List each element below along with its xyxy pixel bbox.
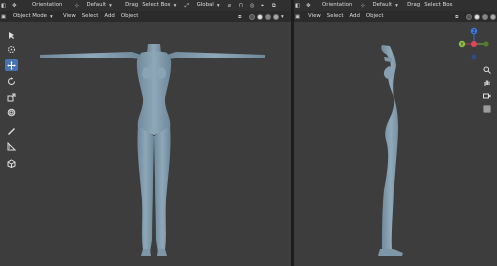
zoom-icon[interactable] [481,64,492,75]
menu-object[interactable]: Object [363,11,387,22]
chevron-down-icon: ▾ [173,3,177,9]
orientation-dropdown[interactable]: Default [84,0,108,11]
snap-icon[interactable]: ⊓ [239,1,248,10]
scale-tool[interactable] [5,91,18,103]
gizmo-toggle-icon[interactable]: ⌖ [261,1,270,10]
cursor-tool[interactable] [5,43,18,55]
menu-add[interactable]: Add [101,11,117,22]
left-tool-header: ◧ ✥ Orientation ⊹ Default ▾ Drag Select … [0,0,291,11]
drag-label: Drag [407,2,421,8]
orientation-label: Orientation [32,2,63,8]
right-viewport[interactable]: ◧ ✥ Orientation ⊹ Default ▾ Drag Select … [294,0,497,266]
select-box-dropdown[interactable]: Select Box [140,0,172,11]
add-cube-tool[interactable] [5,157,18,169]
rendered-shading-icon[interactable] [490,13,496,20]
menu-view[interactable]: View [60,11,79,22]
right-tool-header: ◧ ✥ Orientation ⊹ Default ▾ Drag Select … [294,0,497,11]
measure-tool[interactable] [5,140,18,152]
editor-type-icon[interactable]: ◧ [295,1,304,10]
object-mode-icon: ▣ [1,14,7,20]
gizmo-neg-z-axis[interactable] [471,54,477,60]
mode-dropdown[interactable]: Object Mode [11,11,49,22]
proportional-icon[interactable]: ◎ [250,1,259,10]
transform-icon[interactable]: ⤢ [185,1,194,10]
left-viewport[interactable]: ◧ ✥ Orientation ⊹ Default ▾ Drag Select … [0,0,291,266]
annotate-tool[interactable] [5,124,18,136]
orientation-dropdown[interactable]: Default [370,0,394,11]
menu-add[interactable]: Add [346,11,362,22]
rendered-shading-icon[interactable] [273,13,279,20]
menu-select[interactable]: Select [79,11,102,22]
chevron-down-icon: ▾ [49,14,53,20]
navigation-gizmo[interactable]: Z Y [457,27,491,61]
drag-label: Drag [125,2,139,8]
orientation-label: Orientation [322,2,353,8]
orientation-icon[interactable]: ⊹ [360,1,369,10]
pivot-icon[interactable]: ⌀ [228,1,237,10]
chevron-down-icon: ▾ [281,14,284,20]
overlay-icon[interactable]: ⧉ [272,1,281,10]
gizmo-y-label: Y [460,42,464,48]
perspective-grid-icon[interactable] [481,103,492,114]
xray-icon[interactable]: ⧈ [238,12,247,21]
solid-shading-icon[interactable] [474,13,480,20]
xray-icon[interactable]: ⧈ [455,12,464,21]
menu-view[interactable]: View [305,11,324,22]
move-icon[interactable]: ✥ [306,1,315,10]
gizmo-y-axis[interactable] [483,41,489,47]
editor-type-icon[interactable]: ◧ [1,1,10,10]
select-box-dropdown[interactable]: Select Box [422,0,454,11]
female-body-front-mesh[interactable] [0,0,291,266]
rotate-tool[interactable] [5,75,18,87]
wireframe-shading-icon[interactable] [249,13,255,20]
chevron-down-icon: ▾ [216,3,220,9]
chevron-down-icon: ▾ [395,3,398,9]
select-tool[interactable] [5,29,18,41]
transform-tool[interactable] [5,106,18,118]
orientation-icon[interactable]: ⊹ [74,1,83,10]
menu-select[interactable]: Select [324,11,347,22]
blender-app: ◧ ✥ Orientation ⊹ Default ▾ Drag Select … [0,0,497,266]
gizmo-x-axis[interactable] [471,41,477,47]
menu-object[interactable]: Object [118,11,142,22]
camera-view-icon[interactable] [481,90,492,101]
material-shading-icon[interactable] [482,13,488,20]
material-shading-icon[interactable] [265,13,271,20]
right-subheader: ▣ View Select Add Object ⧈ [294,11,497,22]
move-icon[interactable]: ✥ [12,1,21,10]
object-mode-icon[interactable]: ▣ [295,12,304,21]
transform-space-dropdown[interactable]: Global [195,0,216,11]
solid-shading-icon[interactable] [257,13,263,20]
chevron-down-icon: ▾ [109,3,112,9]
gizmo-z-label: Z [472,29,475,35]
left-subheader: ▣ Object Mode ▾ View Select Add Object ⧈… [0,11,291,22]
pan-hand-icon[interactable] [481,77,492,88]
move-tool[interactable] [5,59,18,71]
wireframe-shading-icon[interactable] [466,13,472,20]
